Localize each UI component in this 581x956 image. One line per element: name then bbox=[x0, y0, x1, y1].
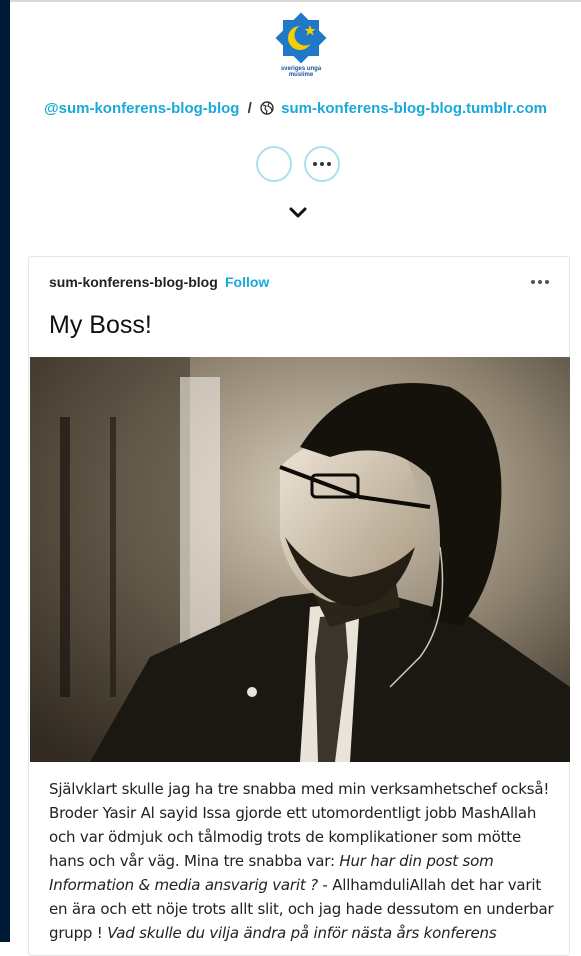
follow-link[interactable]: Follow bbox=[225, 274, 269, 290]
blog-name-link[interactable]: @sum-konferens-blog-blog bbox=[44, 100, 239, 117]
logo-caption: sveriges unga muslime bbox=[280, 66, 322, 78]
post-card: sum-konferens-blog-blog Follow My Boss! bbox=[28, 256, 570, 956]
follow-circle-button[interactable] bbox=[256, 146, 292, 182]
body-question-2: Vad skulle du vilja ändra på inför nästa… bbox=[107, 924, 497, 942]
more-options-button[interactable] bbox=[304, 146, 340, 182]
post-photo[interactable] bbox=[30, 357, 570, 762]
globe-icon bbox=[260, 101, 274, 115]
post-author[interactable]: sum-konferens-blog-blog bbox=[49, 274, 218, 290]
separator: / bbox=[247, 100, 252, 117]
post-title: My Boss! bbox=[49, 311, 152, 339]
post-body-text: Självklart skulle jag ha tre snabba med … bbox=[49, 777, 554, 945]
left-edge-bar bbox=[0, 0, 10, 942]
post-more-dots-icon[interactable] bbox=[531, 280, 549, 284]
star-crescent-icon bbox=[275, 12, 327, 64]
chevron-down-icon[interactable] bbox=[289, 207, 307, 219]
blog-avatar-logo[interactable]: sveriges unga muslime bbox=[270, 10, 332, 78]
more-dots-icon bbox=[313, 162, 331, 166]
blog-links-row: @sum-konferens-blog-blog / sum-konferens… bbox=[0, 100, 581, 117]
blog-url-link[interactable]: sum-konferens-blog-blog.tumblr.com bbox=[281, 100, 547, 117]
top-divider bbox=[10, 0, 581, 2]
